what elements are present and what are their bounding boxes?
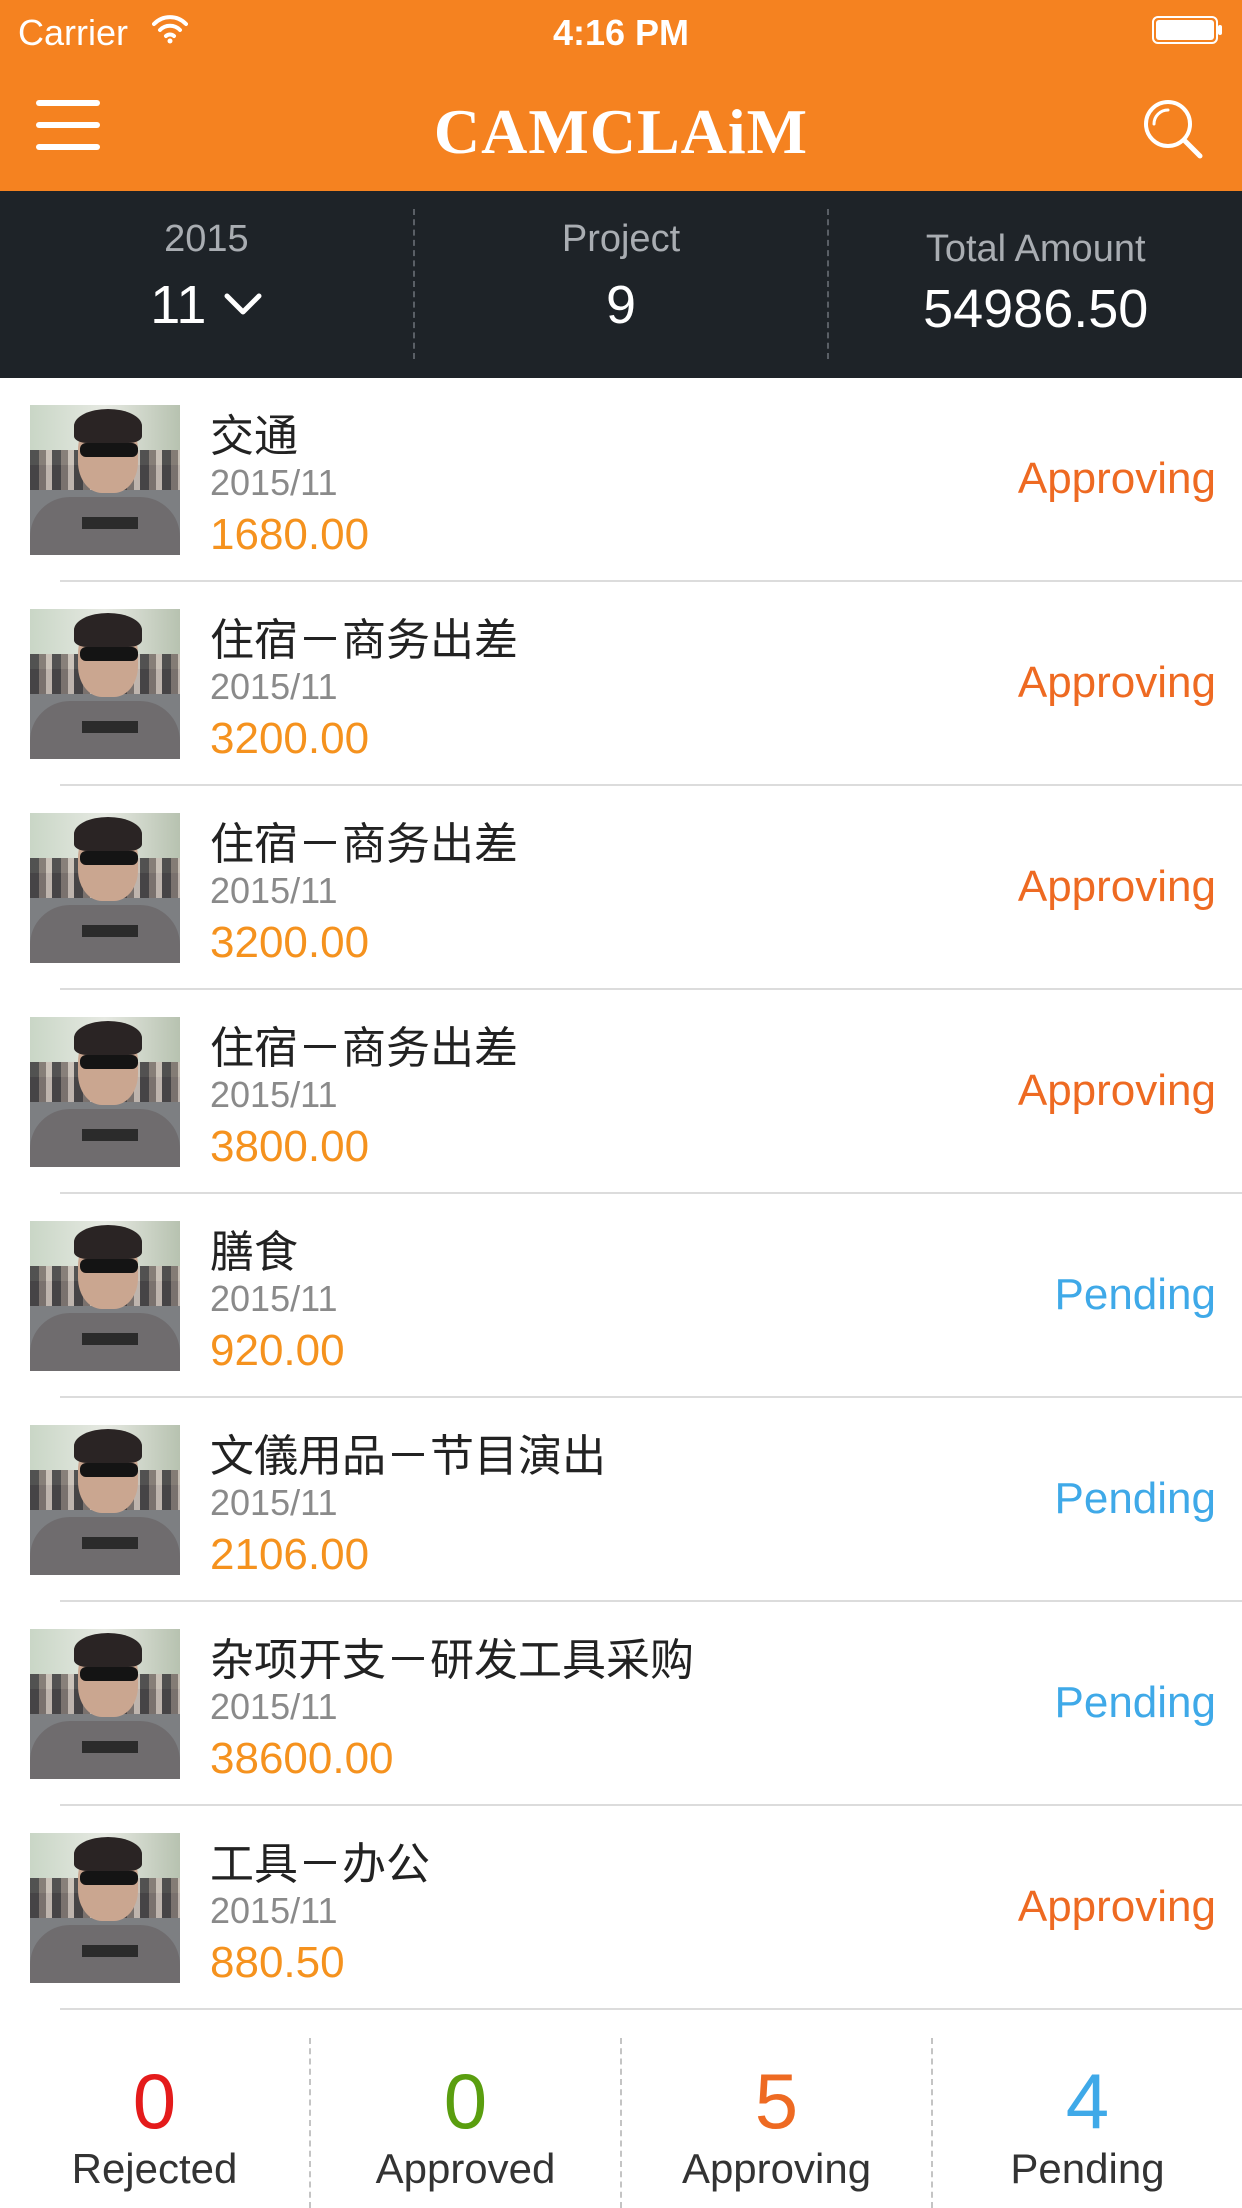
avatar: [30, 1629, 180, 1779]
claim-date: 2015/11: [210, 666, 338, 707]
claim-status: Pending: [1054, 1678, 1216, 1727]
claim-date: 2015/11: [210, 1482, 338, 1523]
claim-title: 住宿－商务出差: [210, 1023, 518, 1074]
claim-title: 文儀用品－节目演出: [210, 1431, 606, 1482]
claim-status: Approving: [1017, 1882, 1216, 1931]
summary-bar: 2015 11 Project 9 Total Amount 54986.50: [0, 191, 1242, 378]
claim-amount: 3200.00: [210, 918, 370, 967]
year-label: 2015: [164, 218, 249, 260]
claim-amount: 920.00: [210, 1326, 345, 1375]
month-value: 11: [150, 275, 207, 335]
avatar: [30, 813, 180, 963]
claim-row[interactable]: 住宿－商务出差 2015/11 3200.00 Approving: [0, 582, 1242, 786]
claim-row[interactable]: 工具－办公 2015/11 880.50 Approving: [0, 1806, 1242, 2010]
claim-row[interactable]: 交通 2015/11 1680.00 Approving: [0, 378, 1242, 582]
month-select[interactable]: 11: [150, 269, 262, 341]
status-counts-bar: 0 Rejected 0 Approved 5 Approving 4 Pend…: [0, 2020, 1242, 2208]
claim-status: Pending: [1054, 1270, 1216, 1319]
claim-amount: 2106.00: [210, 1530, 370, 1579]
project-value: 9: [605, 275, 637, 335]
approved-label: Approved: [375, 2145, 556, 2192]
claim-row[interactable]: 文儀用品－节目演出 2015/11 2106.00 Pending: [0, 1398, 1242, 1602]
avatar: [30, 1221, 180, 1371]
month-picker[interactable]: 2015 11: [0, 191, 413, 378]
chevron-down-icon: [224, 293, 262, 315]
approved-count: 0: [443, 2057, 488, 2145]
claim-row[interactable]: 住宿－商务出差 2015/11 3200.00 Approving: [0, 786, 1242, 990]
claim-title: 交通: [210, 411, 298, 462]
claim-title: 住宿－商务出差: [210, 615, 518, 666]
approving-count: 5: [754, 2057, 799, 2145]
avatar: [30, 609, 180, 759]
total-value: 54986.50: [923, 279, 1149, 339]
rejected-label: Rejected: [71, 2145, 238, 2192]
avatar: [30, 1425, 180, 1575]
claim-status: Approving: [1017, 658, 1216, 707]
total-summary: Total Amount 54986.50: [827, 209, 1242, 359]
claim-date: 2015/11: [210, 1074, 338, 1115]
claim-row[interactable]: 住宿－商务出差 2015/11 3800.00 Approving: [0, 990, 1242, 1194]
approving-label: Approving: [681, 2145, 872, 2192]
project-label: Project: [561, 218, 681, 260]
claim-title: 住宿－商务出差: [210, 819, 518, 870]
claim-status: Approving: [1017, 862, 1216, 911]
claim-row[interactable]: 杂项开支－研发工具采购 2015/11 38600.00 Pending: [0, 1602, 1242, 1806]
rejected-count: 0: [132, 2057, 177, 2145]
pending-count: 4: [1065, 2057, 1110, 2145]
top-bar: Carrier 4:16 PM CAMCLAiM: [0, 0, 1242, 191]
claim-date: 2015/11: [210, 1686, 338, 1727]
claim-amount: 38600.00: [210, 1734, 394, 1783]
claim-date: 2015/11: [210, 870, 338, 911]
claim-amount: 880.50: [210, 1938, 345, 1987]
claim-status: Approving: [1017, 1066, 1216, 1115]
claim-amount: 3800.00: [210, 1122, 370, 1171]
claim-date: 2015/11: [210, 1890, 338, 1931]
claim-title: 工具－办公: [210, 1839, 430, 1890]
claim-amount: 1680.00: [210, 510, 370, 559]
filter-approved[interactable]: 0 Approved: [309, 2038, 620, 2208]
avatar: [30, 405, 180, 555]
status-time: 4:16 PM: [552, 12, 690, 53]
app-logo: CAMCLAiM: [433, 96, 809, 167]
claim-row[interactable]: 膳食 2015/11 920.00 Pending: [0, 1194, 1242, 1398]
filter-approving[interactable]: 5 Approving: [620, 2038, 931, 2208]
claim-title: 杂项开支－研发工具采购: [210, 1635, 694, 1686]
total-label: Total Amount: [925, 228, 1146, 270]
search-icon[interactable]: [1140, 96, 1204, 160]
claim-title: 膳食: [210, 1227, 298, 1278]
filter-pending[interactable]: 4 Pending: [931, 2038, 1242, 2208]
claim-status: Approving: [1017, 454, 1216, 503]
claim-date: 2015/11: [210, 462, 338, 503]
claim-status: Pending: [1054, 1474, 1216, 1523]
claim-amount: 3200.00: [210, 714, 370, 763]
avatar: [30, 1017, 180, 1167]
avatar: [30, 1833, 180, 1983]
pending-label: Pending: [1010, 2145, 1165, 2192]
battery-icon: [1152, 16, 1222, 44]
claims-list: 交通 2015/11 1680.00 Approving 住宿－商务出差 201…: [0, 378, 1242, 2010]
filter-rejected[interactable]: 0 Rejected: [0, 2020, 309, 2208]
project-summary: Project 9: [412, 209, 828, 359]
claim-date: 2015/11: [210, 1278, 338, 1319]
